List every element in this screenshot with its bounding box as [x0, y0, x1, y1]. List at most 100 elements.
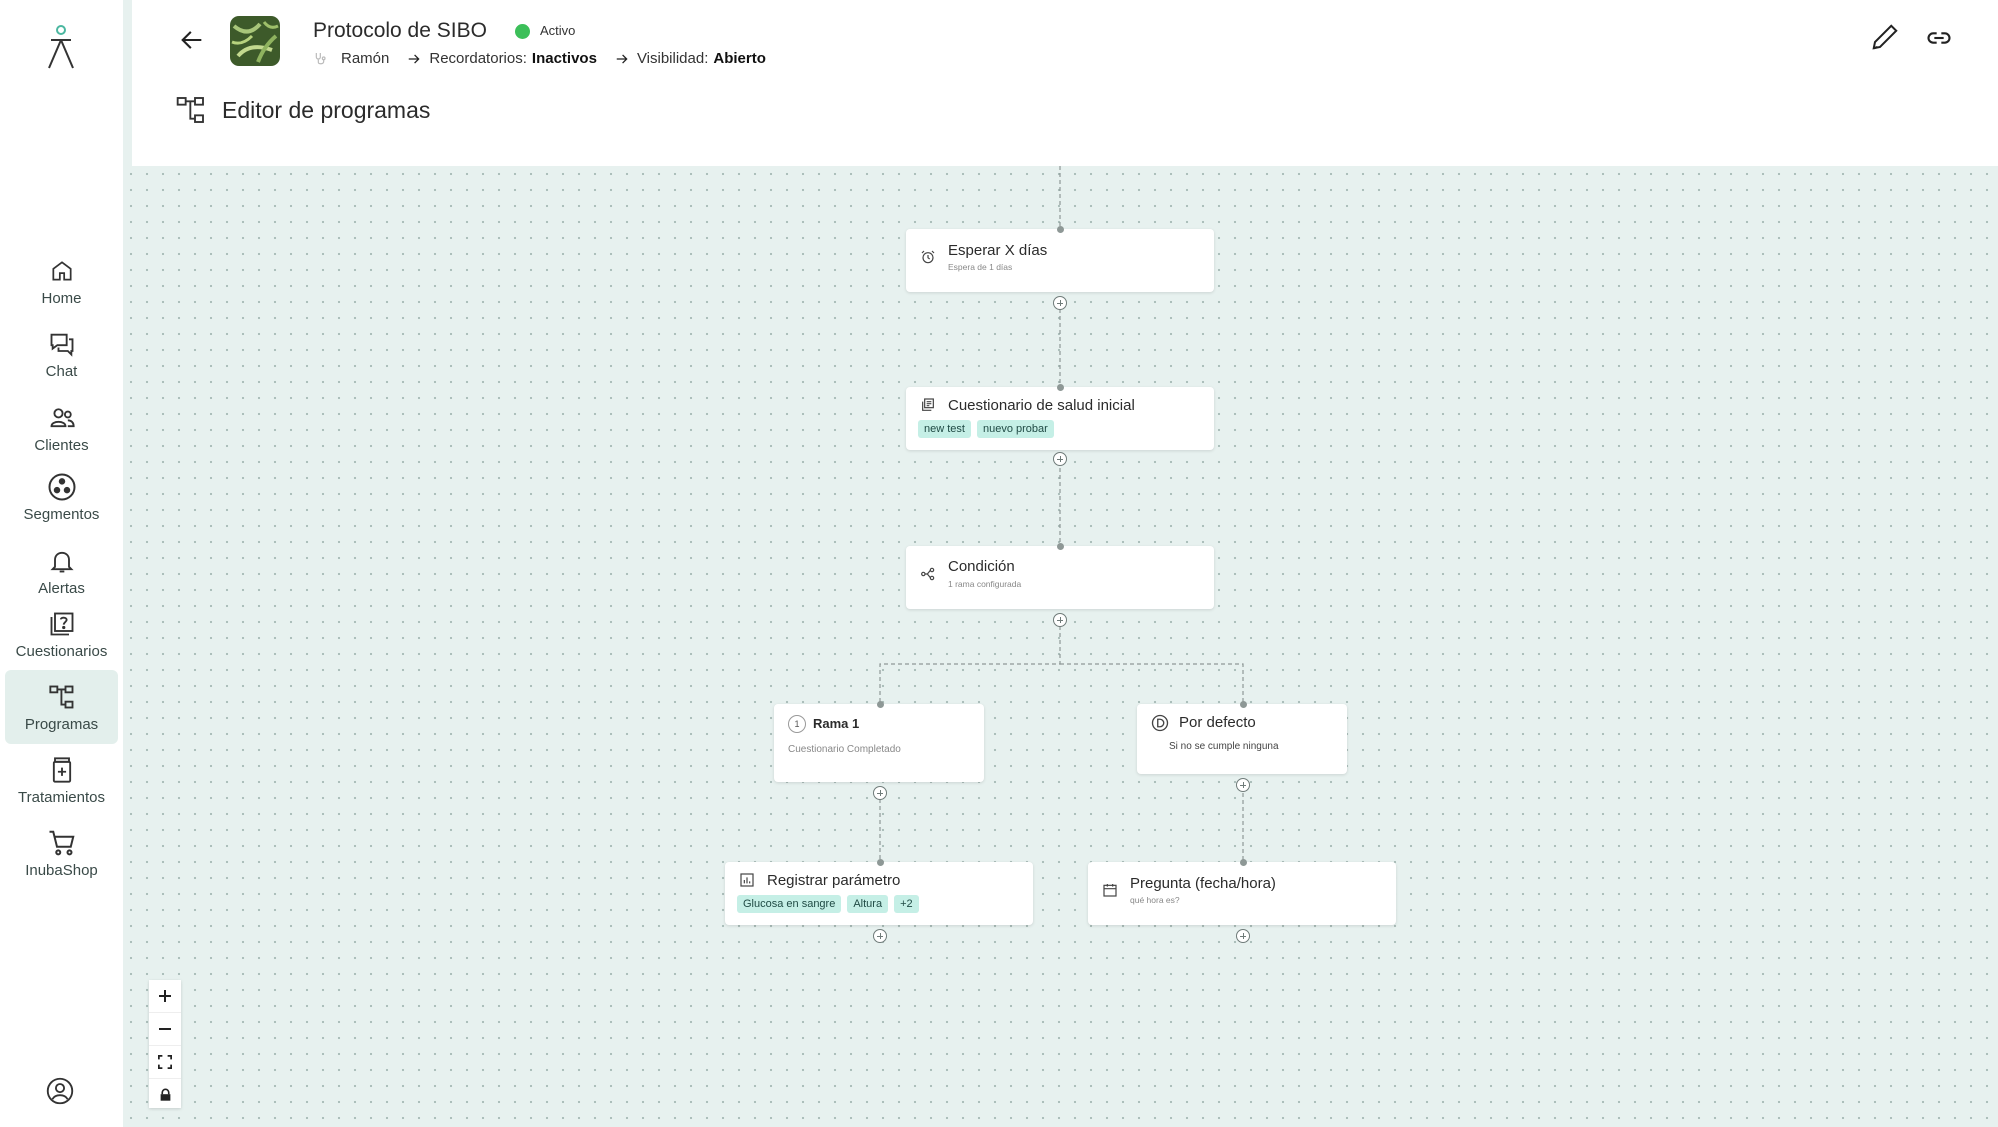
node-subtitle: 1 rama configurada: [948, 579, 1022, 589]
arrow-right-icon: [616, 53, 628, 64]
add-node-button[interactable]: [1053, 296, 1067, 310]
tag: Glucosa en sangre: [737, 895, 842, 913]
sidebar-item-label: Home: [41, 289, 82, 307]
owner-name: Ramón: [341, 50, 390, 67]
node-input-handle[interactable]: [877, 859, 884, 866]
add-node-button[interactable]: [1053, 452, 1067, 466]
users-icon: [50, 407, 75, 427]
flow-edges: [879, 166, 1244, 862]
treatment-icon: [52, 756, 71, 783]
pencil-icon[interactable]: [1870, 22, 1900, 52]
sidebar-item-label: Clientes: [34, 436, 89, 454]
sidebar-item-tratamientos[interactable]: Tratamientos: [5, 743, 118, 817]
default-d-icon: [1151, 714, 1169, 732]
tag: Altura: [847, 895, 889, 913]
sidebar-item-label: Alertas: [38, 579, 85, 597]
node-input-handle[interactable]: [1057, 384, 1064, 391]
lock-icon: [160, 1088, 170, 1101]
page-title: Editor de programas: [222, 96, 431, 123]
node-branch-1[interactable]: 1 Rama 1 Cuestionario Completado: [774, 704, 984, 782]
link-icon[interactable]: [1925, 24, 1953, 52]
page-header: Protocolo de SIBO Activo Ramón Recordato…: [132, 0, 1998, 166]
status-badge: Activo: [540, 23, 576, 38]
sidebar-item-label: Chat: [45, 362, 78, 380]
visibility-label: Visibilidad:: [636, 50, 709, 67]
node-subtitle: Espera de 1 días: [948, 262, 1013, 272]
node-subtitle: Cuestionario Completado: [788, 744, 901, 755]
node-input-handle[interactable]: [1057, 543, 1064, 550]
sidebar-item-label: InubaShop: [25, 861, 98, 879]
node-questionnaire[interactable]: Cuestionario de salud inicial new test n…: [906, 387, 1214, 450]
add-node-button[interactable]: [1053, 613, 1067, 627]
node-subtitle: Si no se cumple ninguna: [1169, 741, 1279, 752]
node-title: Rama 1: [813, 716, 860, 731]
fit-view-button[interactable]: [149, 1046, 181, 1079]
app-logo: [48, 25, 74, 69]
node-question-datetime[interactable]: Pregunta (fecha/hora) qué hora es?: [1088, 862, 1396, 925]
node-input-handle[interactable]: [1240, 859, 1247, 866]
home-icon: [51, 260, 72, 281]
sidebar-item-label: Cuestionarios: [15, 642, 108, 660]
questionnaire-icon: [50, 612, 73, 635]
segments-icon: [48, 473, 75, 500]
reminders-value[interactable]: Inactivos: [532, 50, 597, 67]
zoom-out-button[interactable]: [149, 1013, 181, 1046]
node-condition[interactable]: Condición 1 rama configurada: [906, 546, 1214, 609]
alarm-clock-icon: [921, 250, 935, 264]
node-wait[interactable]: Esperar X días Espera de 1 días: [906, 229, 1214, 292]
node-register-parameter[interactable]: Registrar parámetro Glucosa en sangre Al…: [725, 862, 1033, 925]
branch-icon: [921, 567, 935, 581]
stethoscope-icon: [315, 52, 326, 64]
editor-heading: Editor de programas: [174, 94, 430, 126]
status-dot: [515, 24, 530, 39]
add-node-button[interactable]: [873, 929, 887, 943]
profile-icon[interactable]: [46, 1077, 74, 1105]
sidebar-item-label: Programas: [24, 715, 99, 733]
program-thumbnail: [230, 16, 280, 66]
node-title: Condición: [948, 558, 1015, 575]
sidebar-item-segmentos[interactable]: Segmentos: [5, 460, 118, 534]
node-title: Esperar X días: [948, 242, 1048, 259]
chat-icon: [50, 333, 73, 357]
flow-canvas[interactable]: Esperar X días Espera de 1 días Cuestion…: [123, 166, 1998, 1127]
sidebar-item-clientes[interactable]: Clientes: [5, 391, 118, 465]
tag: new test: [918, 420, 971, 438]
program-title: Protocolo de SIBO: [313, 19, 487, 42]
sidebar-item-cuestionarios[interactable]: Cuestionarios: [5, 597, 118, 671]
tag-more[interactable]: +2: [894, 895, 919, 913]
plus-icon: [159, 990, 171, 1002]
sidebar: Home Chat Clientes Segmentos Alertas Cue…: [0, 0, 123, 1127]
sidebar-item-label: Tratamientos: [18, 788, 105, 806]
program-tree-icon: [48, 685, 73, 708]
add-node-button[interactable]: [873, 786, 887, 800]
sidebar-item-chat[interactable]: Chat: [5, 317, 118, 391]
program-tree-icon: [176, 97, 204, 123]
zoom-in-button[interactable]: [149, 980, 181, 1013]
program-meta: Ramón Recordatorios: Inactivos Visibilid…: [313, 50, 766, 67]
reminders-label: Recordatorios:: [429, 50, 527, 67]
node-title: Cuestionario de salud inicial: [948, 397, 1135, 414]
node-title: Por defecto: [1179, 714, 1256, 731]
node-default-branch[interactable]: Por defecto Si no se cumple ninguna: [1137, 704, 1347, 774]
sidebar-item-inubashop[interactable]: InubaShop: [5, 816, 118, 890]
questionnaire-icon: [922, 398, 934, 411]
sidebar-item-programas[interactable]: Programas: [5, 670, 118, 744]
node-tags: Glucosa en sangre Altura +2: [737, 895, 919, 913]
canvas-controls: [149, 980, 181, 1108]
node-input-handle[interactable]: [1240, 701, 1247, 708]
add-node-button[interactable]: [1236, 778, 1250, 792]
node-input-handle[interactable]: [1057, 226, 1064, 233]
arrow-right-icon: [409, 53, 420, 64]
visibility-value[interactable]: Abierto: [713, 50, 766, 67]
sidebar-item-label: Segmentos: [23, 505, 100, 523]
fit-view-icon: [158, 1055, 172, 1069]
sidebar-item-home[interactable]: Home: [5, 244, 118, 318]
node-input-handle[interactable]: [877, 701, 884, 708]
cart-icon: [49, 830, 75, 855]
lock-button[interactable]: [149, 1079, 181, 1111]
back-arrow-icon[interactable]: [178, 26, 206, 54]
chart-icon: [740, 873, 754, 887]
add-node-button[interactable]: [1236, 929, 1250, 943]
bell-icon: [49, 551, 74, 572]
calendar-icon: [1103, 884, 1117, 897]
